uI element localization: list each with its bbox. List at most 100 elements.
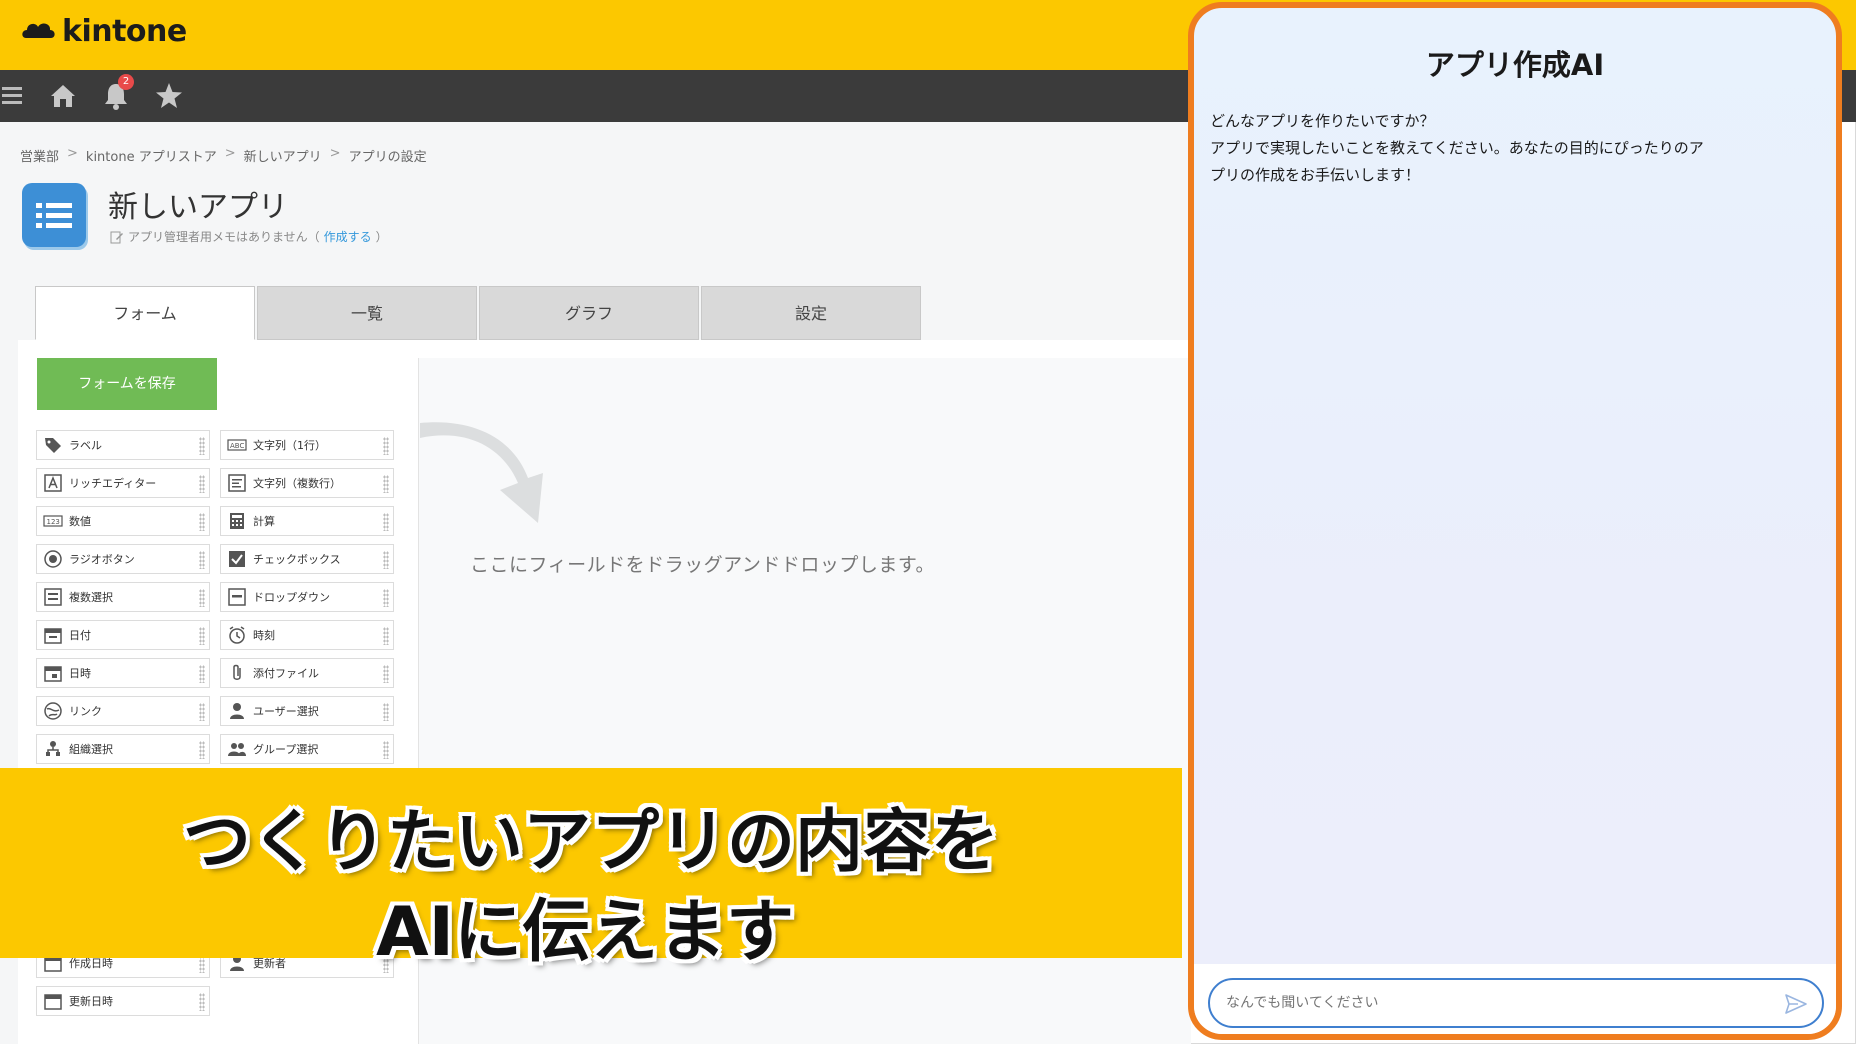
app-memo: アプリ管理者用メモはありません（ 作成する） [110,228,388,245]
field-org-select[interactable]: 組織選択 [36,734,210,764]
drag-grip-icon[interactable] [383,513,389,531]
number-icon: 123 [43,515,63,527]
text-single-line-icon: ABC [227,439,247,451]
logo-text: kintone [62,14,187,49]
drop-instruction: ここにフィールドをドラッグアンドドロップします。 [470,554,935,576]
home-icon[interactable] [47,80,79,112]
field-label-text: 添付ファイル [253,667,319,680]
field-label-text: 組織選択 [69,743,113,756]
save-form-button[interactable]: フォームを保存 [37,358,217,410]
group-icon [228,743,246,756]
create-memo-link[interactable]: 作成する [324,228,372,245]
breadcrumb-separator: > [67,146,78,161]
settings-tabs: フォーム 一覧 グラフ 設定 [35,286,923,340]
field-label-text: ラジオボタン [69,553,135,566]
field-time[interactable]: 時刻 [220,620,394,650]
edit-note-icon [110,231,123,243]
memo-close: ） [375,230,388,244]
send-icon[interactable] [1784,992,1808,1016]
caption-line-2: AIに伝えます [376,893,794,972]
drag-grip-icon[interactable] [383,589,389,607]
field-label-text: 文字列（複数行） [253,477,341,490]
drag-grip-icon[interactable] [199,551,205,569]
field-group-select[interactable]: グループ選択 [220,734,394,764]
drag-grip-icon[interactable] [199,703,205,721]
drag-grip-icon[interactable] [383,627,389,645]
ai-welcome-message: どんなアプリを作りたいですか？ アプリで実現したいことを教えてください。あなたの… [1210,108,1810,189]
field-label[interactable]: ラベル [36,430,210,460]
drag-grip-icon[interactable] [383,437,389,455]
tab-graph[interactable]: グラフ [479,286,699,340]
breadcrumb-item[interactable]: 新しいアプリ [244,146,322,165]
paperclip-icon [233,664,241,680]
caption-line-1: つくりたいアプリの内容を [182,803,999,882]
notification-badge: 2 [118,74,134,90]
field-label-text: 時刻 [253,629,275,642]
tab-settings[interactable]: 設定 [701,286,921,340]
field-radio[interactable]: ラジオボタン [36,544,210,574]
drag-grip-icon[interactable] [199,513,205,531]
breadcrumb-item-current: アプリの設定 [348,150,427,165]
drag-grip-icon[interactable] [199,665,205,683]
field-datetime[interactable]: 日時 [36,658,210,688]
app-list-icon [22,183,86,247]
rich-text-icon [44,474,62,492]
drag-grip-icon[interactable] [199,993,205,1011]
tab-form[interactable]: フォーム [35,286,255,340]
field-link[interactable]: リンク [36,696,210,726]
drag-grip-icon[interactable] [199,741,205,759]
field-label-text: 数値 [69,515,91,528]
text-multi-line-icon [228,474,246,492]
kintone-cloud-icon [22,22,55,38]
ai-chat-input[interactable] [1208,978,1824,1028]
field-label-text: ユーザー選択 [253,705,319,718]
tag-icon [45,438,61,453]
checkbox-icon [229,551,245,567]
field-calc[interactable]: 計算 [220,506,394,536]
ai-message-line: どんなアプリを作りたいですか？ [1210,112,1435,130]
field-updated-datetime[interactable]: 更新日時 [36,986,210,1016]
org-chart-icon [46,741,60,756]
tab-list[interactable]: 一覧 [257,286,477,340]
drag-grip-icon[interactable] [383,703,389,721]
field-date[interactable]: 日付 [36,620,210,650]
field-dropdown[interactable]: ドロップダウン [220,582,394,612]
drag-grip-icon[interactable] [199,589,205,607]
field-multi-select[interactable]: 複数選択 [36,582,210,612]
dropdown-icon [228,588,246,606]
field-label-text: リッチエディター [69,477,157,490]
field-single-line-text[interactable]: ABC 文字列（1行） [220,430,394,460]
calendar-icon [44,994,62,1010]
drag-grip-icon[interactable] [383,741,389,759]
drag-grip-icon[interactable] [383,551,389,569]
field-multi-line-text[interactable]: 文字列（複数行） [220,468,394,498]
field-checkbox[interactable]: チェックボックス [220,544,394,574]
page-title: 新しいアプリ [108,190,288,225]
calculator-icon [230,513,244,529]
menu-icon[interactable] [0,80,32,112]
drag-grip-icon[interactable] [199,437,205,455]
drag-grip-icon[interactable] [199,627,205,645]
field-user-select[interactable]: ユーザー選択 [220,696,394,726]
field-label-text: チェックボックス [253,553,341,566]
curved-arrow-icon [420,422,543,523]
list-icon [36,203,72,228]
drag-grip-icon[interactable] [383,665,389,683]
field-rich-editor[interactable]: リッチエディター [36,468,210,498]
breadcrumb-item[interactable]: kintone アプリストア [86,146,217,165]
field-attachment[interactable]: 添付ファイル [220,658,394,688]
svg-text:ABC: ABC [230,442,244,450]
memo-text: アプリ管理者用メモはありません（ [128,230,320,244]
star-icon[interactable] [153,80,185,112]
kintone-logo[interactable]: kintone [20,14,187,49]
ai-assistant-panel: アプリ作成AI どんなアプリを作りたいですか？ アプリで実現したいことを教えてく… [1188,2,1842,1040]
drag-grip-icon[interactable] [383,475,389,493]
field-label-text: 更新日時 [69,995,113,1008]
field-number[interactable]: 123 数値 [36,506,210,536]
field-label-text: 計算 [253,515,275,528]
breadcrumb-item[interactable]: 営業部 [20,146,59,165]
field-label-text: 日付 [69,629,91,642]
drag-grip-icon[interactable] [199,475,205,493]
multi-select-icon [44,588,62,606]
globe-icon [44,702,62,720]
